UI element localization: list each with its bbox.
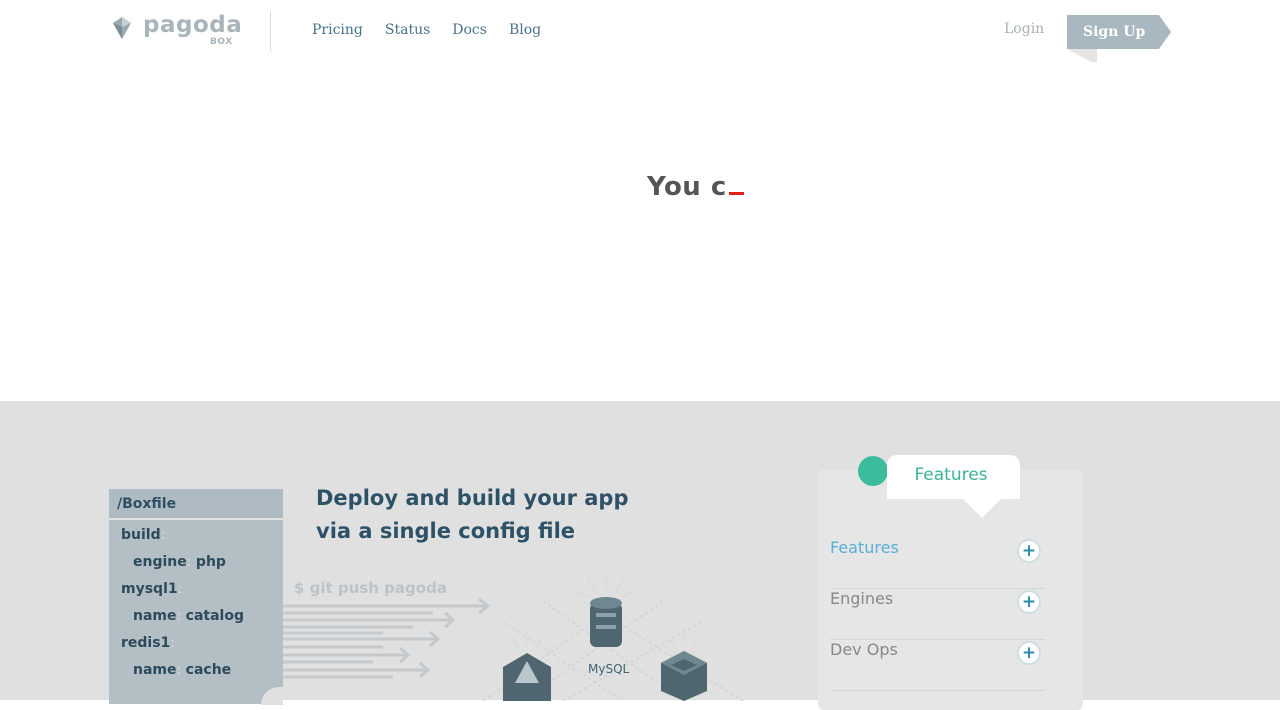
feature-item-engines[interactable]: Engines + [830, 589, 1045, 640]
mysql-label: MySQL [588, 662, 630, 676]
hero-typing-text: You c [647, 172, 727, 202]
boxfile-key: redis1 [121, 635, 171, 651]
feature-item-label: Dev Ops [830, 640, 898, 659]
web-node-icon [503, 653, 551, 701]
typing-cursor [728, 192, 744, 195]
deploy-headline-line2: via a single config file [316, 519, 576, 543]
boxfile-value: cache [185, 662, 232, 678]
login-link[interactable]: Login [1004, 21, 1044, 37]
boxfile-key: name [133, 608, 177, 624]
boxfile-key: name [133, 662, 177, 678]
boxfile-title: /Boxfile [109, 489, 283, 520]
logo-wordmark: pagoda [143, 12, 243, 38]
boxfile-value: catalog [185, 608, 244, 624]
worker-node-icon [661, 651, 707, 701]
features-tab-pointer [962, 498, 1002, 518]
nav-link-docs[interactable]: Docs [452, 22, 487, 38]
boxfile-line: mysql1: [121, 581, 183, 597]
boxfile-key: mysql1 [121, 581, 178, 597]
boxfile-key: engine [133, 554, 187, 570]
site-header: pagoda BOX Pricing Status Docs Blog Logi… [0, 0, 1280, 65]
boxfile-value: php [195, 554, 226, 570]
feature-item-label: Features [830, 538, 899, 557]
nav-link-blog[interactable]: Blog [509, 22, 541, 38]
speed-lines [283, 597, 491, 679]
feature-item-dev-ops[interactable]: Dev Ops + [830, 640, 1045, 691]
mysql-database-icon [590, 597, 622, 647]
feature-item-features[interactable]: Features + [830, 538, 1045, 589]
logo-subtext: BOX [210, 37, 233, 47]
deploy-headline-line1: Deploy and build your app [316, 486, 629, 510]
nav-link-pricing[interactable]: Pricing [312, 22, 363, 38]
expand-plus-icon[interactable]: + [1017, 539, 1041, 563]
boxfile-line: redis1: [121, 635, 176, 651]
main-nav: Pricing Status Docs Blog [312, 22, 563, 38]
boxfile-line: build: [121, 527, 166, 543]
signup-arrow-shape [1159, 15, 1171, 49]
boxfile-key: build [121, 527, 161, 543]
pagoda-box-logo[interactable]: pagoda BOX [111, 12, 242, 50]
feature-item-label: Engines [830, 589, 894, 608]
hero-typing-headline: You c [647, 172, 744, 202]
deploy-illustration: MySQL [283, 573, 744, 701]
features-tab[interactable]: Features [887, 455, 1020, 499]
boxfile-line: name: cache [133, 662, 232, 678]
expand-plus-icon[interactable]: + [1017, 641, 1041, 665]
header-divider [270, 11, 271, 51]
signup-button[interactable]: Sign Up [1067, 15, 1171, 65]
boxfile-card: /Boxfile build: engine: php mysql1: name… [109, 489, 283, 705]
deploy-section: /Boxfile build: engine: php mysql1: name… [0, 401, 1280, 710]
features-tab-label: Features [914, 465, 988, 485]
features-tab-indicator [858, 456, 888, 486]
boxfile-line: engine: php [133, 554, 226, 570]
boxfile-line: name: catalog [133, 608, 244, 624]
signup-button-label: Sign Up [1067, 15, 1159, 49]
pagoda-gem-icon [113, 17, 131, 39]
boxfile-page-curl [261, 687, 283, 705]
deploy-headline: Deploy and build your app via a single c… [316, 482, 646, 548]
nav-link-status[interactable]: Status [385, 22, 430, 38]
expand-plus-icon[interactable]: + [1017, 590, 1041, 614]
hero-section: You c [0, 62, 1280, 401]
